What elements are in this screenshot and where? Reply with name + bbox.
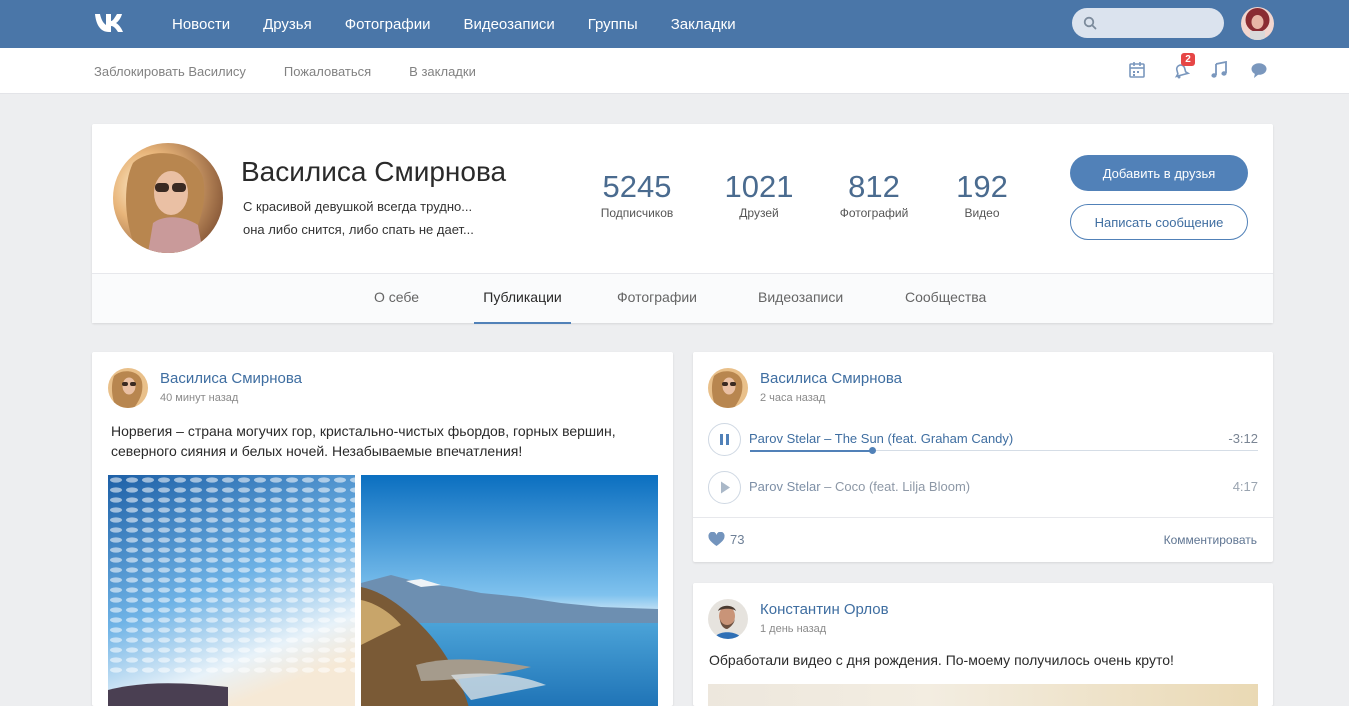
stat-photos[interactable]: 812 Фотографий xyxy=(833,169,915,220)
notifications-icon[interactable]: 2 xyxy=(1172,53,1195,81)
profile-actions-bar: Заблокировать Василису Пожаловаться В за… xyxy=(0,48,1349,94)
status-line-1: С красивой девушкой всегда трудно... xyxy=(243,199,473,214)
post-timestamp[interactable]: 2 часа назад xyxy=(760,392,825,404)
search-icon xyxy=(1083,16,1097,30)
nav-bookmarks[interactable]: Закладки xyxy=(671,16,736,33)
add-bookmark-link[interactable]: В закладки xyxy=(409,64,476,79)
track-name: – The Sun (feat. Graham Candy) xyxy=(820,431,1014,446)
search-input[interactable] xyxy=(1102,13,1217,33)
stat-friends-label: Друзей xyxy=(739,206,779,220)
stat-photos-label: Фотографий xyxy=(839,206,909,220)
track-title[interactable]: Parov Stelar – The Sun (feat. Graham Can… xyxy=(749,431,1013,446)
audio-track-1[interactable]: Parov Stelar – The Sun (feat. Graham Can… xyxy=(708,423,1258,463)
vk-logo-icon[interactable] xyxy=(94,12,128,34)
play-icon xyxy=(721,481,730,494)
stat-videos-number: 192 xyxy=(956,169,1008,204)
report-link[interactable]: Пожаловаться xyxy=(284,64,371,79)
profile-name: Василиса Смирнова xyxy=(241,156,507,187)
nav-news[interactable]: Новости xyxy=(172,16,230,33)
post-text-line-1: Норвегия – страна могучих гор, кристальн… xyxy=(111,423,616,439)
stat-photos-number: 812 xyxy=(848,169,900,204)
calendar-icon[interactable] xyxy=(1128,61,1150,81)
like-button[interactable]: 73 xyxy=(708,532,744,547)
tab-photos[interactable]: Фотографии xyxy=(617,274,697,324)
nav-videos[interactable]: Видеозаписи xyxy=(463,16,554,33)
main-navigation: Новости Друзья Фотографии Видеозаписи Гр… xyxy=(172,0,769,48)
post-norway: Василиса Смирнова 40 минут назад Норвеги… xyxy=(92,352,673,706)
status-line-2: она либо снится, либо спать не дает... xyxy=(243,222,474,237)
post-text-line-2: северного сияния и белых ночей. Незабыва… xyxy=(111,443,523,459)
track-artist: Parov Stelar xyxy=(749,479,821,494)
post-photo-lake[interactable] xyxy=(361,475,658,706)
post-author-name[interactable]: Константин Орлов xyxy=(760,601,889,618)
profile-status: С красивой девушкой всегда трудно... она… xyxy=(243,195,513,241)
post-video-preview[interactable] xyxy=(708,684,1258,706)
track-duration: -3:12 xyxy=(1228,431,1258,446)
play-button[interactable] xyxy=(708,471,741,504)
post-timestamp[interactable]: 40 минут назад xyxy=(160,392,238,404)
notification-count-badge: 2 xyxy=(1181,53,1195,66)
stat-videos[interactable]: 192 Видео xyxy=(942,169,1022,220)
post-author-avatar[interactable] xyxy=(708,368,748,408)
comment-link[interactable]: Комментировать xyxy=(1164,533,1257,547)
stat-videos-label: Видео xyxy=(964,206,1000,220)
nav-friends[interactable]: Друзья xyxy=(263,16,312,33)
top-navigation-bar: Новости Друзья Фотографии Видеозаписи Гр… xyxy=(0,0,1349,48)
post-text: Обработали видео с дня рождения. По-моем… xyxy=(709,652,1174,668)
profile-header-card: Василиса Смирнова С красивой девушкой вс… xyxy=(92,124,1273,324)
like-count: 73 xyxy=(730,532,745,547)
stat-followers-label: Подписчиков xyxy=(600,206,674,220)
stat-friends[interactable]: 1021 Друзей xyxy=(719,169,799,220)
tab-communities[interactable]: Сообщества xyxy=(905,274,986,324)
send-message-button[interactable]: Написать сообщение xyxy=(1070,204,1248,240)
profile-avatar[interactable] xyxy=(113,143,223,253)
track-progress-fill xyxy=(750,450,872,452)
pause-button[interactable] xyxy=(708,423,741,456)
audio-track-2[interactable]: Parov Stelar – Coco (feat. Lilja Bloom) … xyxy=(708,471,1258,511)
post-author-name[interactable]: Василиса Смирнова xyxy=(760,370,902,387)
messages-icon[interactable] xyxy=(1250,61,1272,81)
add-friend-button[interactable]: Добавить в друзья xyxy=(1070,155,1248,191)
block-user-link[interactable]: Заблокировать Василису xyxy=(94,64,246,79)
track-artist: Parov Stelar xyxy=(749,431,821,446)
profile-tabs: О себе Публикации Фотографии Видеозаписи… xyxy=(92,273,1273,324)
current-user-avatar[interactable] xyxy=(1241,7,1274,40)
post-music: Василиса Смирнова 2 часа назад Parov Ste… xyxy=(693,352,1273,562)
pause-icon xyxy=(720,434,729,445)
tab-publications[interactable]: Публикации xyxy=(474,274,571,324)
stat-friends-number: 1021 xyxy=(724,169,794,204)
track-name: – Coco (feat. Lilja Bloom) xyxy=(820,479,971,494)
post-author-avatar[interactable] xyxy=(708,599,748,639)
post-timestamp[interactable]: 1 день назад xyxy=(760,623,826,635)
profile-action-links: Заблокировать Василису Пожаловаться В за… xyxy=(94,48,514,94)
post-photo-sky[interactable] xyxy=(108,475,355,706)
track-progress-handle[interactable] xyxy=(869,447,876,454)
nav-groups[interactable]: Группы xyxy=(588,16,638,33)
post-video: Константин Орлов 1 день назад Обработали… xyxy=(693,583,1273,706)
post-author-avatar[interactable] xyxy=(108,368,148,408)
track-title[interactable]: Parov Stelar – Coco (feat. Lilja Bloom) xyxy=(749,479,970,494)
nav-photos[interactable]: Фотографии xyxy=(345,16,431,33)
stat-followers[interactable]: 5245 Подписчиков xyxy=(597,169,677,220)
post-author-name[interactable]: Василиса Смирнова xyxy=(160,370,302,387)
heart-icon xyxy=(708,532,725,546)
track-duration: 4:17 xyxy=(1232,479,1258,494)
stat-followers-number: 5245 xyxy=(602,169,672,204)
search-box[interactable] xyxy=(1072,8,1224,38)
post-divider xyxy=(693,517,1273,518)
track-progress-bar[interactable] xyxy=(750,447,1258,454)
tab-videos[interactable]: Видеозаписи xyxy=(758,274,843,324)
music-icon[interactable] xyxy=(1210,60,1232,81)
post-text: Норвегия – страна могучих гор, кристальн… xyxy=(111,421,661,461)
tab-about[interactable]: О себе xyxy=(374,274,419,324)
